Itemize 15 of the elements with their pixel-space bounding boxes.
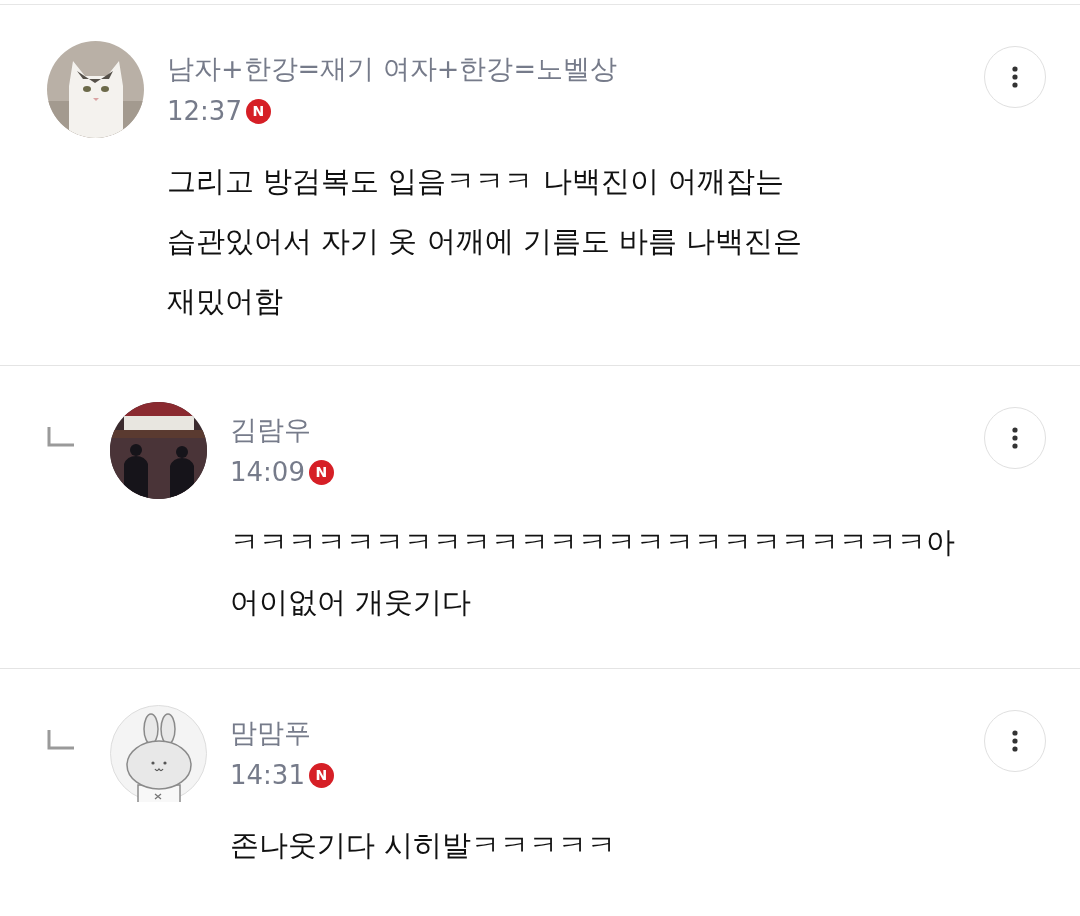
more-options-icon[interactable] <box>1012 66 1018 88</box>
author-name[interactable]: 맘맘푸 <box>230 715 311 751</box>
comment-text: ㅋㅋㅋㅋㅋㅋㅋㅋㅋㅋㅋㅋㅋㅋㅋㅋㅋㅋㅋㅋㅋㅋㅋㅋ아 어이없어 개웃기다 <box>230 524 955 621</box>
new-badge: N <box>308 762 334 788</box>
more-options-icon[interactable] <box>1012 730 1018 752</box>
comment-time: 12:37 <box>167 95 242 127</box>
author-name[interactable]: 남자+한강=재기 여자+한강=노벨상 <box>167 51 618 87</box>
comment-time: 14:09 <box>230 456 305 488</box>
more-options-icon[interactable] <box>1012 427 1018 449</box>
comment-text: 존나웃기다 시히발ㅋㅋㅋㅋㅋ <box>230 827 617 864</box>
author-name[interactable]: 김람우 <box>230 412 311 448</box>
comment-time: 14:31 <box>230 759 305 791</box>
new-badge: N <box>245 98 271 124</box>
new-badge: N <box>308 459 334 485</box>
comment-text: 그리고 방검복도 입음ㅋㅋㅋ 나백진이 어깨잡는 습관있어서 자기 옷 어깨에 기름도 바름 나백진은 재밌어함 <box>167 163 803 320</box>
